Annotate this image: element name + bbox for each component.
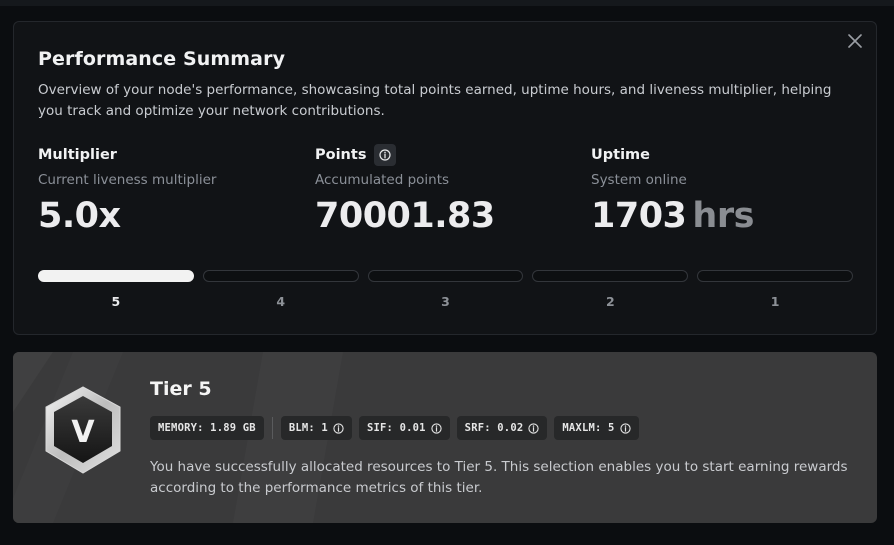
metric-value: 1703 hrs — [591, 196, 851, 236]
tier-label-4: 4 — [276, 294, 286, 309]
spec-chip-memory: MEMORY: 1.89 GB — [150, 416, 264, 440]
tier-label-3: 3 — [441, 294, 450, 309]
tier-badge-icon: V — [45, 386, 121, 474]
tier-label-1: 1 — [770, 294, 780, 309]
tier-progress-bars — [38, 270, 853, 282]
info-icon — [379, 149, 392, 161]
metric-unit: hrs — [692, 196, 754, 236]
tier-bar-4 — [202, 270, 359, 282]
spec-chip-text: SRF: 0.02 — [464, 422, 524, 434]
metric-label: Points — [315, 144, 575, 166]
metric-points: Points Accumulated points 70001.83 — [315, 144, 575, 236]
metric-uptime: Uptime System online 1703 hrs — [591, 145, 851, 236]
tier-bar-3 — [367, 270, 524, 282]
points-info-button[interactable] — [374, 144, 397, 166]
info-icon — [431, 422, 442, 434]
spec-chip-blm[interactable]: BLM: 1 — [280, 416, 352, 440]
page-title: Performance Summary — [38, 48, 286, 70]
spec-chip-text: SIF: 0.01 — [366, 422, 426, 434]
tier-description: You have successfully allocated resource… — [150, 459, 848, 496]
badge-letter: V — [71, 415, 95, 450]
metric-value-number: 5.0x — [38, 196, 121, 236]
spec-chip-text: MAXLM: 5 — [562, 422, 615, 434]
metric-label-text: Points — [315, 147, 367, 163]
metric-value-number: 70001.83 — [315, 196, 495, 236]
summary-description: Overview of your node's performance, sho… — [38, 82, 832, 119]
spec-chip-text: BLM: 1 — [288, 422, 328, 434]
spec-chip-text: MEMORY: 1.89 GB — [158, 422, 256, 434]
tier-info-card: V Tier 5 MEMORY: 1.89 GB BLM: 1 SIF: 0.0… — [13, 352, 877, 523]
tier-spec-chips: MEMORY: 1.89 GB BLM: 1 SIF: 0.01 SRF: 0.… — [150, 416, 639, 440]
tier-bar-5 — [38, 270, 194, 282]
metric-sublabel: System online — [591, 172, 687, 188]
metric-label-text: Uptime — [591, 147, 650, 163]
metric-sublabel: Current liveness multiplier — [38, 172, 217, 188]
close-button[interactable] — [844, 30, 866, 52]
performance-summary-card: Performance Summary Overview of your nod… — [13, 21, 877, 335]
info-icon — [333, 422, 344, 434]
tier-bar-2 — [532, 270, 689, 282]
tier-title: Tier 5 — [150, 378, 212, 400]
metric-sublabel: Accumulated points — [315, 172, 450, 188]
spec-chip-srf[interactable]: SRF: 0.02 — [456, 416, 548, 440]
tier-labels: 5 4 3 2 1 — [38, 294, 853, 309]
spec-divider — [271, 417, 273, 439]
tier-label-5: 5 — [111, 294, 121, 309]
spec-chip-sif[interactable]: SIF: 0.01 — [358, 416, 450, 440]
metric-value: 70001.83 — [315, 196, 575, 236]
top-bar — [0, 0, 894, 6]
metric-multiplier: Multiplier Current liveness multiplier 5… — [38, 145, 298, 236]
metric-label: Multiplier — [38, 145, 298, 165]
metric-label-text: Multiplier — [38, 147, 117, 163]
spec-chip-maxlm[interactable]: MAXLM: 5 — [554, 416, 639, 440]
metric-label: Uptime — [591, 145, 851, 165]
metric-value: 5.0x — [38, 196, 298, 236]
metric-value-number: 1703 — [591, 196, 687, 236]
tier-bar-1 — [697, 270, 853, 282]
info-icon — [528, 422, 540, 434]
info-icon — [619, 422, 631, 434]
close-icon — [848, 34, 862, 48]
tier-label-2: 2 — [605, 294, 615, 309]
